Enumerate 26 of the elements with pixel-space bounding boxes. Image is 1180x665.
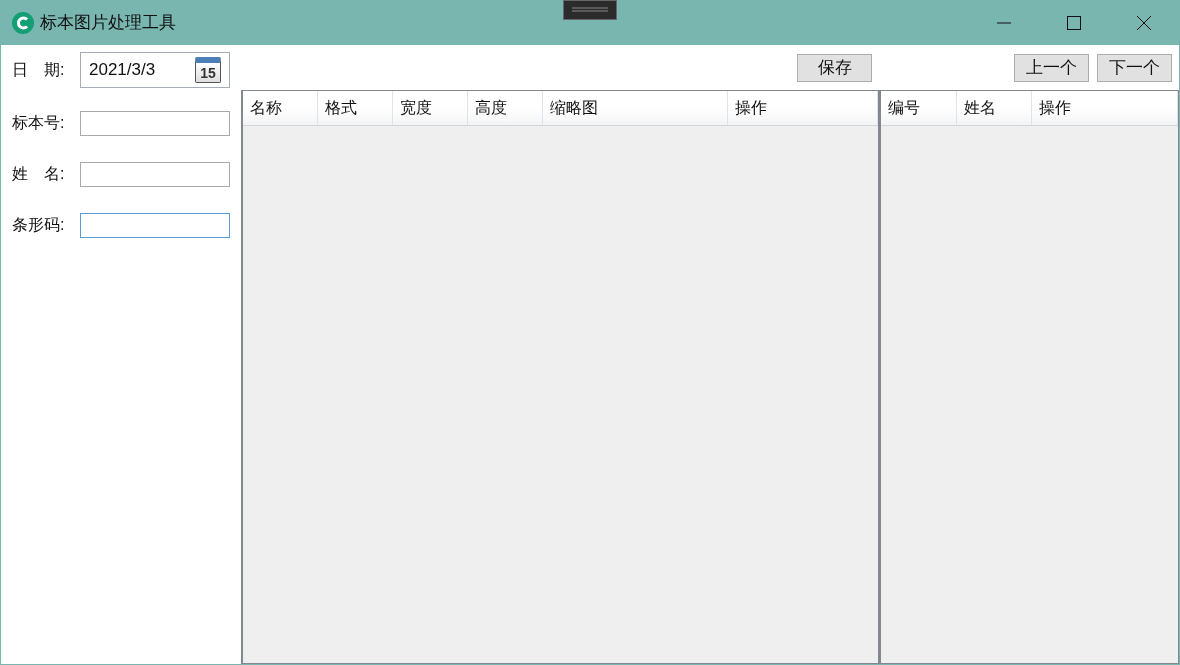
window-title: 标本图片处理工具 (40, 12, 176, 34)
column-header[interactable]: 宽度 (393, 91, 468, 125)
close-icon[interactable] (1136, 14, 1152, 31)
app-logo-icon (12, 11, 34, 34)
column-header[interactable]: 姓名 (957, 91, 1032, 125)
column-header[interactable]: 名称 (243, 91, 318, 125)
column-header[interactable]: 编号 (881, 91, 957, 125)
nav-button[interactable]: 下一个 (1097, 53, 1172, 82)
column-header[interactable]: 格式 (318, 91, 393, 125)
column-header[interactable]: 操作 (1032, 91, 1178, 125)
field-label: 标本号: (12, 112, 66, 133)
input-field[interactable] (80, 110, 230, 136)
save-button[interactable]: 保存 (797, 53, 872, 82)
field-label: 条形码: (12, 214, 66, 235)
input-field[interactable] (80, 212, 230, 238)
input-field[interactable] (80, 161, 230, 187)
column-header[interactable]: 操作 (728, 91, 878, 125)
nav-button[interactable]: 上一个 (1014, 53, 1089, 82)
date-field[interactable]: 2021/3/3 15 (80, 52, 230, 88)
calendar-icon[interactable]: 15 (195, 57, 221, 83)
field-label: 姓 名: (12, 163, 66, 184)
maximize-icon[interactable] (1066, 14, 1082, 31)
column-header[interactable]: 缩略图 (543, 91, 728, 125)
grip-icon[interactable] (563, 0, 617, 20)
column-header[interactable]: 高度 (468, 91, 543, 125)
field-label: 日 期: (12, 59, 66, 80)
